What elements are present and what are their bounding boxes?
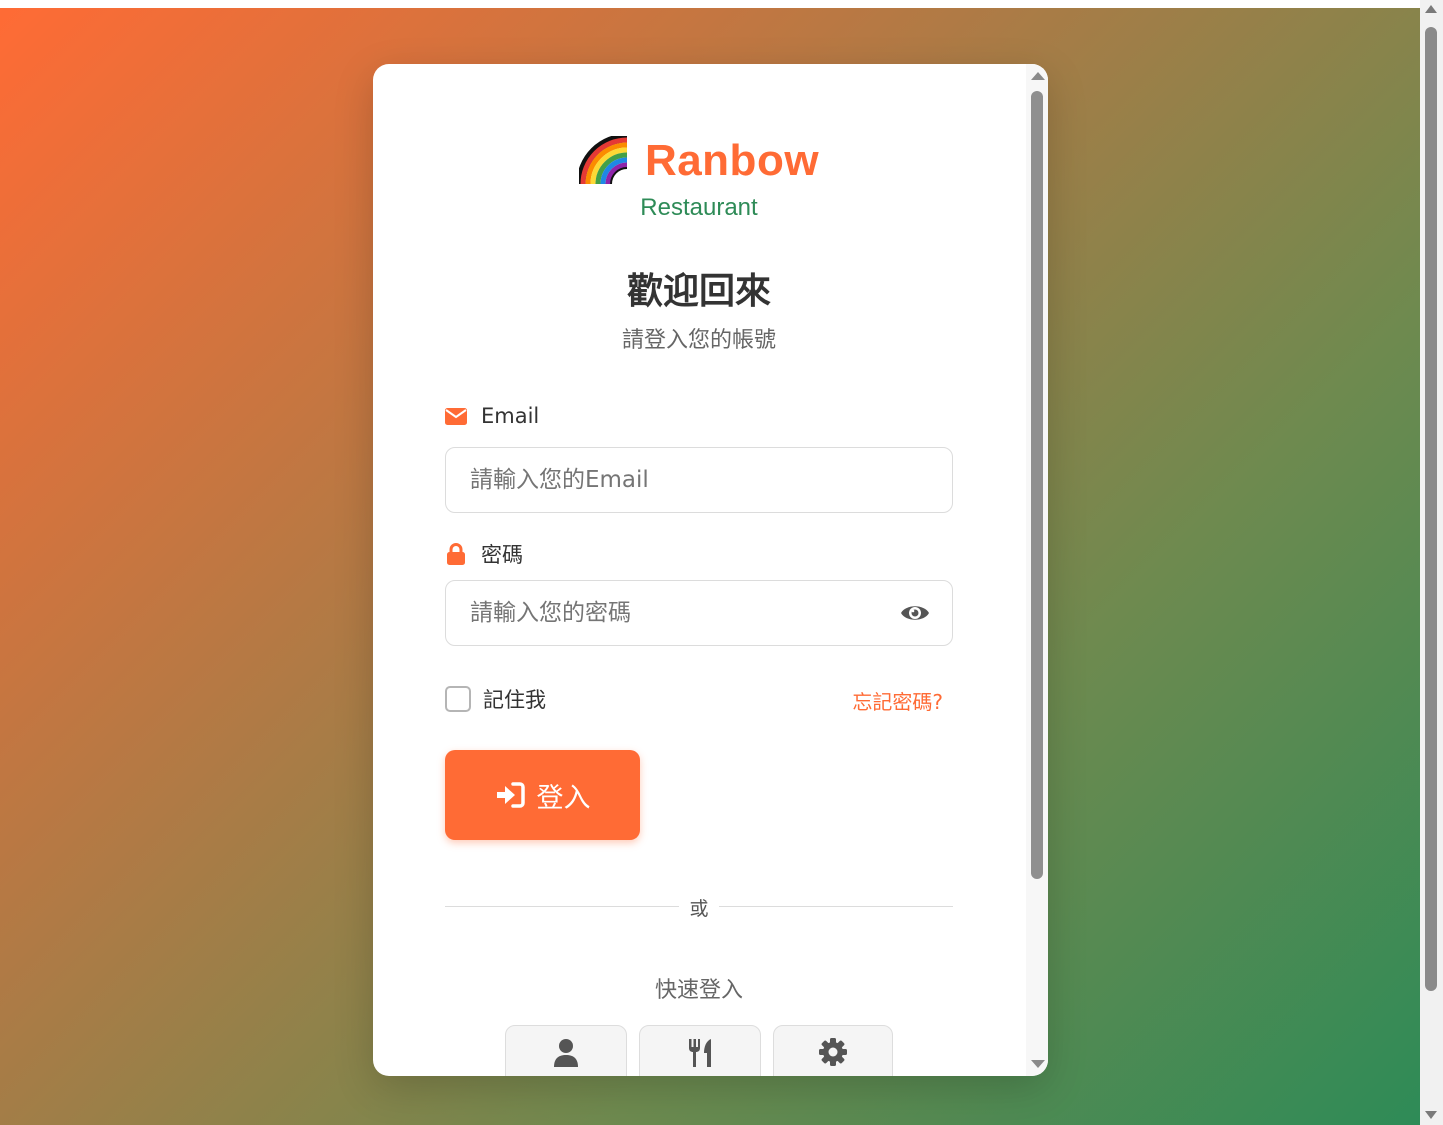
forgot-password-link[interactable]: 忘記密碼?: [852, 686, 943, 715]
quick-login-user-button[interactable]: [505, 1025, 627, 1076]
email-input[interactable]: [446, 448, 952, 512]
top-strip: [0, 0, 1420, 8]
card-scroll-down-icon[interactable]: [1031, 1060, 1045, 1068]
card-scroll-up-icon[interactable]: [1031, 72, 1045, 80]
remember-label: 記住我: [483, 688, 546, 712]
scrollbar-thumb[interactable]: [1425, 27, 1437, 991]
login-content: Ranbow Restaurant 歡迎回來 請登入您的帳號 Email 請輸入…: [445, 64, 953, 1076]
scroll-up-arrow-icon[interactable]: [1425, 5, 1437, 13]
envelope-icon: [445, 405, 467, 427]
brand-header: Ranbow: [445, 136, 953, 192]
login-button[interactable]: 登入: [445, 750, 640, 840]
brand-name: Ranbow: [644, 136, 820, 185]
user-icon: [554, 1039, 578, 1067]
password-label-text: 密碼: [481, 543, 523, 567]
email-field-box[interactable]: [445, 447, 953, 513]
login-button-label: 登入: [536, 782, 591, 814]
password-label: 密碼: [445, 539, 523, 569]
quick-login-restaurant-button[interactable]: [639, 1025, 761, 1076]
card-scrollbar-thumb[interactable]: [1031, 91, 1043, 879]
login-card: Ranbow Restaurant 歡迎回來 請登入您的帳號 Email 請輸入…: [373, 64, 1048, 1076]
brand-subtitle: Restaurant: [640, 194, 758, 221]
gear-icon: [819, 1038, 847, 1066]
remember-me[interactable]: 記住我: [445, 684, 546, 714]
page-scrollbar[interactable]: [1420, 0, 1443, 1125]
remember-checkbox[interactable]: [445, 686, 471, 712]
utensils-icon: [689, 1039, 711, 1067]
sign-in-icon: [496, 782, 525, 808]
card-scrollbar[interactable]: [1026, 64, 1048, 1076]
password-field-box[interactable]: [445, 580, 953, 646]
quick-login-title: 快速登入: [654, 978, 743, 1003]
eye-icon[interactable]: [900, 601, 930, 625]
quick-login-settings-button[interactable]: [773, 1025, 893, 1076]
email-label-text: Email: [481, 404, 540, 428]
scroll-down-arrow-icon[interactable]: [1425, 1111, 1437, 1119]
lock-icon: [445, 543, 467, 565]
rainbow-icon: [578, 136, 628, 185]
welcome-title: 歡迎回來: [626, 271, 771, 312]
password-input[interactable]: [446, 581, 952, 645]
email-label: Email: [445, 404, 539, 428]
welcome-subtitle: 請登入您的帳號: [621, 328, 776, 353]
divider-text: 或: [679, 894, 719, 921]
